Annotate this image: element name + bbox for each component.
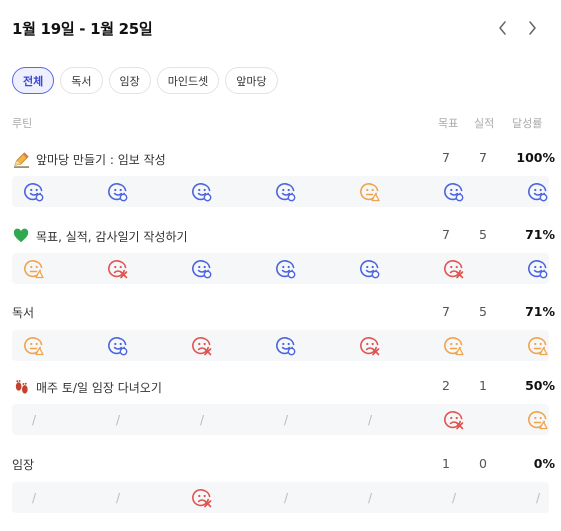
day-empty-slash[interactable]: / [21,407,47,433]
routine-actual-count: 7 [479,150,487,165]
face-done-icon[interactable] [441,179,467,205]
face-done-icon[interactable] [189,256,215,282]
face-failed-icon[interactable] [441,256,467,282]
column-actual-label: 실적 [474,117,495,130]
column-rate-label: 달성률 [512,117,543,130]
routine-target-count: 7 [442,150,450,165]
face-failed-icon[interactable] [105,256,131,282]
face-done-icon[interactable] [189,179,215,205]
routine-name-text: 임장 [12,458,35,472]
filter-chip-all[interactable]: 전체 [12,67,55,94]
category-filter-bar: 전체 독서 임장 마인드셋 앞마당 [12,67,278,94]
routine-name-text: 독서 [12,306,35,320]
chevron-right-icon [528,21,536,35]
routine-week-tracker [12,253,549,284]
face-done-icon[interactable] [525,179,551,205]
day-empty-slash[interactable]: / [357,407,383,433]
column-routine-label: 루틴 [12,117,33,130]
routine-title-row: 독서 7 5 71% [12,300,555,326]
filter-chip-reading[interactable]: 독서 [60,67,103,94]
face-done-icon[interactable] [273,256,299,282]
week-header: 1월 19일 - 1월 25일 [12,18,549,42]
face-done-icon[interactable] [357,256,383,282]
face-partial-icon[interactable] [21,256,47,282]
chevron-left-icon [498,21,506,35]
filter-chip-imjang[interactable]: 임장 [108,67,151,94]
column-target-label: 목표 [438,117,459,130]
day-empty-slash[interactable]: / [105,485,131,511]
face-done-icon[interactable] [105,179,131,205]
face-failed-icon[interactable] [189,333,215,359]
routine-name: 독서 [12,304,34,321]
face-partial-icon[interactable] [525,407,551,433]
day-empty-slash[interactable]: / [21,485,47,511]
day-empty-slash[interactable]: / [273,485,299,511]
routine-achievement-rate: 71% [525,304,555,319]
face-failed-icon[interactable] [357,333,383,359]
day-empty-slash[interactable]: / [525,485,551,511]
routine-target-count: 7 [442,304,450,319]
face-partial-icon[interactable] [21,333,47,359]
routine-actual-count: 5 [479,227,487,242]
routine-item[interactable]: 임장 1 0 0% / / / / / / [12,452,555,513]
face-done-icon[interactable] [21,179,47,205]
prev-week-button[interactable] [495,18,509,38]
pencil-icon [12,150,30,168]
routine-achievement-rate: 71% [525,227,555,242]
routine-name: 임장 [12,456,34,473]
routine-actual-count: 0 [479,456,487,471]
day-empty-slash[interactable]: / [441,485,467,511]
face-failed-icon[interactable] [189,485,215,511]
day-empty-slash[interactable]: / [357,485,383,511]
routine-week-tracker: / / / / / [12,404,549,435]
week-navigation [495,18,539,38]
routine-item[interactable]: 독서 7 5 71% [12,300,555,361]
routine-actual-count: 5 [479,304,487,319]
routine-target-count: 7 [442,227,450,242]
routine-target-count: 1 [442,456,450,471]
routine-week-tracker [12,176,549,207]
column-header: 루틴 목표 실적 달성률 [12,115,549,131]
face-done-icon[interactable] [105,333,131,359]
routine-title-row: 앞마당 만들기 : 임보 작성 7 7 100% [12,146,555,172]
routine-title-row: 임장 1 0 0% [12,452,555,478]
routine-title-row: 목표, 실적, 감사일기 작성하기 7 5 71% [12,223,555,249]
routine-name: 앞마당 만들기 : 임보 작성 [12,150,166,168]
face-partial-icon[interactable] [525,333,551,359]
face-partial-icon[interactable] [357,179,383,205]
green-heart-icon [12,227,30,245]
face-done-icon[interactable] [273,333,299,359]
routine-name: 목표, 실적, 감사일기 작성하기 [12,227,188,245]
filter-chip-frontyard[interactable]: 앞마당 [225,67,278,94]
day-empty-slash[interactable]: / [189,407,215,433]
footprints-icon [12,378,30,396]
face-done-icon[interactable] [525,256,551,282]
week-range-title: 1월 19일 - 1월 25일 [12,20,153,38]
routine-target-count: 2 [442,378,450,393]
day-empty-slash[interactable]: / [105,407,131,433]
routine-week-tracker: / / / / / / [12,482,549,513]
routine-week-tracker [12,330,549,361]
routine-name-text: 앞마당 만들기 : 임보 작성 [36,152,166,167]
next-week-button[interactable] [525,18,539,38]
filter-chip-mindset[interactable]: 마인드셋 [156,67,220,94]
routine-item[interactable]: 매주 토/일 임장 다녀오기 2 1 50% / / / / / [12,374,555,435]
face-partial-icon[interactable] [441,333,467,359]
face-done-icon[interactable] [273,179,299,205]
day-empty-slash[interactable]: / [273,407,299,433]
routine-name-text: 매주 토/일 임장 다녀오기 [36,380,162,395]
routine-item[interactable]: 목표, 실적, 감사일기 작성하기 7 5 71% [12,223,555,284]
routine-achievement-rate: 0% [533,456,555,471]
routine-actual-count: 1 [479,378,487,393]
routine-achievement-rate: 50% [525,378,555,393]
routine-item[interactable]: 앞마당 만들기 : 임보 작성 7 7 100% [12,146,555,207]
routine-achievement-rate: 100% [516,150,555,165]
face-failed-icon[interactable] [441,407,467,433]
routine-name: 매주 토/일 임장 다녀오기 [12,378,162,396]
routine-title-row: 매주 토/일 임장 다녀오기 2 1 50% [12,374,555,400]
routine-name-text: 목표, 실적, 감사일기 작성하기 [36,229,188,244]
